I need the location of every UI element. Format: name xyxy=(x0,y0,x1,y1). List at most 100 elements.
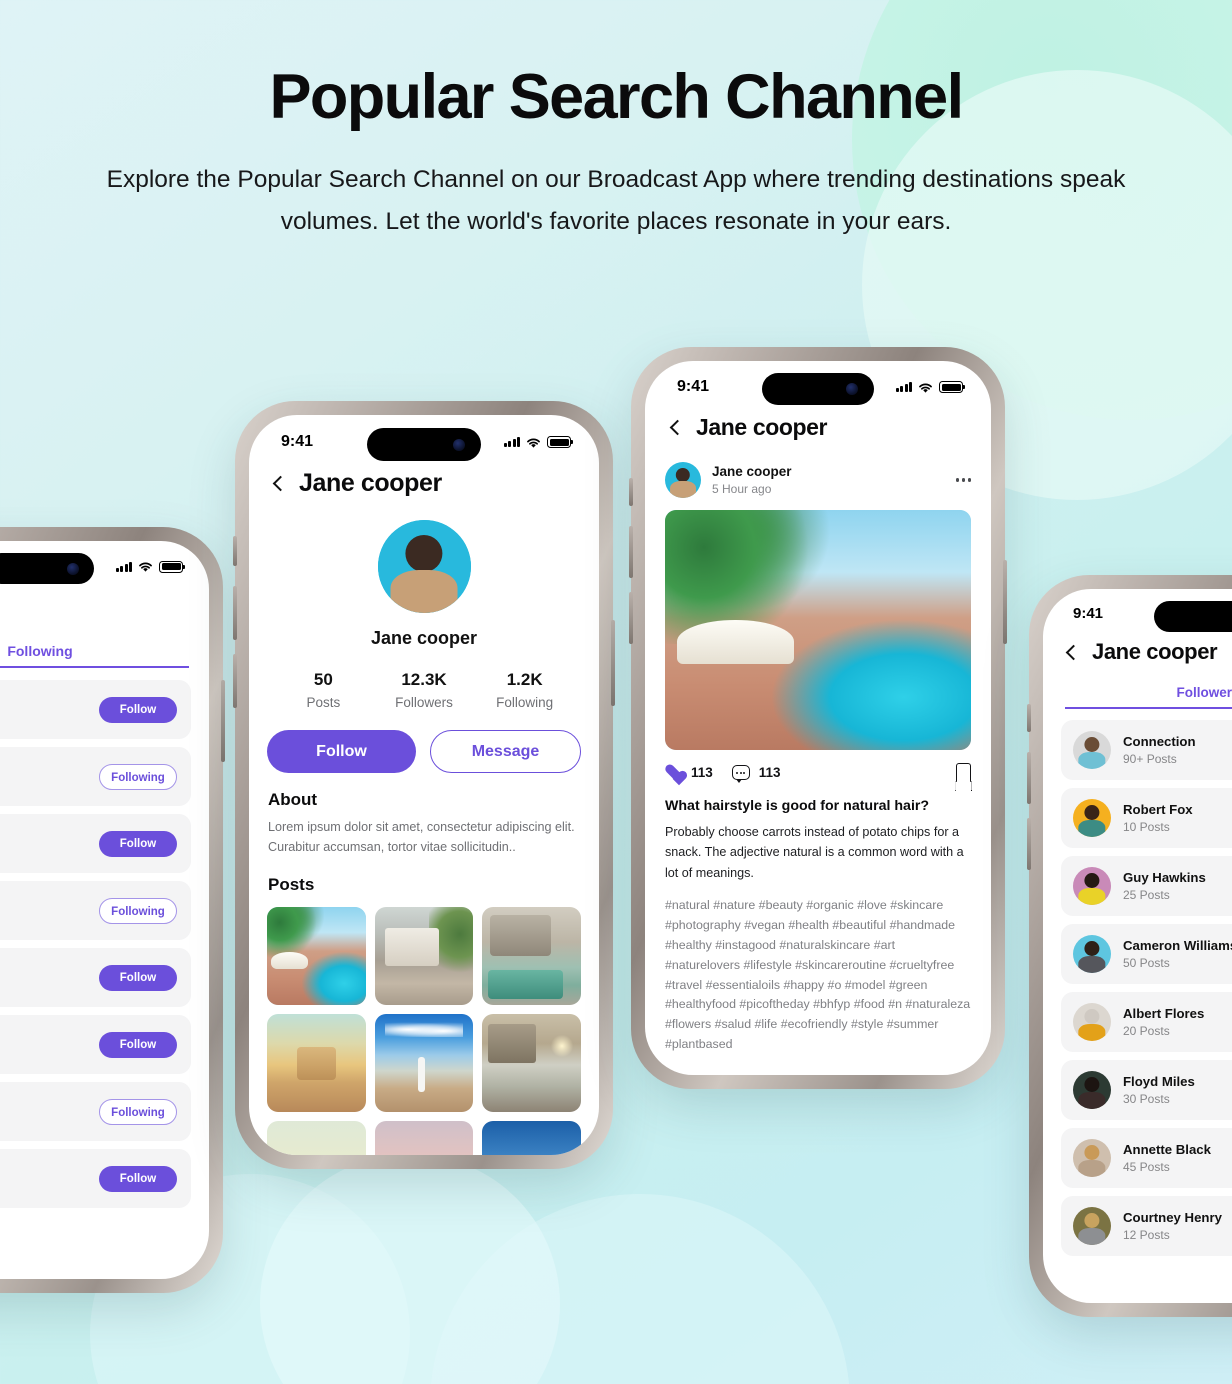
post-thumbnail[interactable] xyxy=(267,906,366,1005)
list-item-meta: Robert Fox 10 Posts xyxy=(1123,802,1232,834)
following-button[interactable]: Following xyxy=(99,1098,177,1125)
list-item[interactable]: Follow xyxy=(0,680,191,739)
list-item[interactable]: oyFollow xyxy=(0,814,191,873)
battery-icon xyxy=(159,560,186,573)
post-thumbnail[interactable] xyxy=(374,1013,474,1112)
list-item-name: e xyxy=(0,1171,99,1186)
list-item[interactable]: Annette Black 45 Posts xyxy=(1061,1128,1232,1188)
list-item[interactable]: Connection 90+ Posts xyxy=(1061,720,1232,780)
comment-count: 113 xyxy=(758,765,781,780)
stat-following[interactable]: 1.2K Following xyxy=(474,670,575,710)
list-item[interactable]: Robert Fox 10 Posts xyxy=(1061,788,1232,848)
phone2-nav-title: Jane cooper xyxy=(299,469,442,497)
power-button[interactable] xyxy=(221,680,225,762)
avatar xyxy=(1073,867,1111,905)
follow-button[interactable]: Follow xyxy=(99,1031,177,1058)
follow-button[interactable]: Follow xyxy=(99,696,177,723)
post-author-name: Jane cooper xyxy=(712,464,792,479)
post-thumbnail[interactable] xyxy=(482,1120,581,1155)
avatar-image-albert-flores xyxy=(1073,1003,1111,1041)
dynamic-island xyxy=(0,553,94,584)
volume-up-button[interactable] xyxy=(233,586,237,640)
image-pool-resort xyxy=(267,906,366,1005)
list-item-posts: 25 Posts xyxy=(1123,888,1170,902)
list-item[interactable]: Courtney Henry 12 Posts xyxy=(1061,1196,1232,1256)
bookmark-icon[interactable] xyxy=(956,763,971,782)
profile-avatar xyxy=(377,520,471,613)
more-options-icon[interactable] xyxy=(955,478,971,482)
list-item[interactable]: Cameron Williamson 50 Posts xyxy=(1061,924,1232,984)
follow-button[interactable]: Follow xyxy=(99,830,177,857)
tab-following[interactable]: Following xyxy=(0,643,189,668)
back-icon[interactable] xyxy=(1065,644,1082,660)
follow-button[interactable]: Follow xyxy=(99,964,177,991)
power-button[interactable] xyxy=(611,620,615,706)
post-thumbnail[interactable] xyxy=(482,906,581,1005)
list-item[interactable]: Albert Flores 20 Posts xyxy=(1061,992,1232,1052)
follow-button[interactable]: Follow xyxy=(267,730,416,773)
phone4-nav-title: Jane cooper xyxy=(1092,639,1218,664)
list-item[interactable]: Floyd Miles 30 Posts xyxy=(1061,1060,1232,1120)
post-author-avatar[interactable] xyxy=(665,462,701,498)
post-thumbnail[interactable] xyxy=(267,1013,366,1112)
phone3-screen: 9:41 Jane cooper Jane cooper 5 Hour ago xyxy=(645,361,991,1075)
stat-followers[interactable]: 12.3K Followers xyxy=(374,670,475,710)
list-item-name: ebb xyxy=(0,970,99,985)
list-item-posts: 20 Posts xyxy=(1123,1024,1170,1038)
post-thumbnail[interactable] xyxy=(374,906,474,1005)
following-button[interactable]: Following xyxy=(99,763,177,790)
volume-up-button[interactable] xyxy=(1027,752,1031,804)
mute-switch[interactable] xyxy=(1027,704,1031,732)
post-thumbnail[interactable] xyxy=(267,1120,366,1155)
volume-down-button[interactable] xyxy=(629,592,633,644)
list-item[interactable]: eFollow xyxy=(0,1149,191,1208)
like-icon[interactable] xyxy=(665,764,682,781)
following-button[interactable]: Following xyxy=(99,897,177,924)
phone-mockup-following: 9:41 per Following FollowaFollowingoyFol… xyxy=(0,527,225,1293)
volume-down-button[interactable] xyxy=(1027,818,1031,870)
volume-up-button[interactable] xyxy=(629,526,633,578)
list-item-name: Annette Black xyxy=(1123,1142,1211,1157)
stat-value: 50 xyxy=(313,670,333,689)
follow-button[interactable]: Follow xyxy=(99,1165,177,1192)
back-icon[interactable] xyxy=(272,475,289,492)
stat-posts[interactable]: 50 Posts xyxy=(273,670,374,710)
dynamic-island xyxy=(1154,601,1232,632)
avatar-image-courtney-henry xyxy=(1073,1207,1111,1245)
list-item[interactable]: enryFollow xyxy=(0,1015,191,1074)
post-thumbnail[interactable] xyxy=(482,1013,581,1112)
wifi-icon xyxy=(527,438,540,448)
status-indicators xyxy=(895,381,966,394)
cellular-signal-icon xyxy=(115,561,132,572)
mute-switch[interactable] xyxy=(629,478,633,506)
stat-label: Posts xyxy=(306,695,341,710)
power-button[interactable] xyxy=(1003,560,1007,644)
list-item[interactable]: ebbFollow xyxy=(0,948,191,1007)
post-timestamp: 5 Hour ago xyxy=(712,482,772,496)
stat-label: Followers xyxy=(395,695,453,710)
back-icon[interactable] xyxy=(669,419,686,436)
post-thumbnail[interactable] xyxy=(374,1120,474,1155)
list-item[interactable]: KinneyFollowing xyxy=(0,1082,191,1141)
mute-switch[interactable] xyxy=(233,536,237,566)
profile-actions: Follow Message xyxy=(267,730,581,773)
page-subtitle: Explore the Popular Search Channel on ou… xyxy=(106,166,1126,236)
status-indicators xyxy=(115,560,186,573)
avatar-image-cameron-williamson xyxy=(1073,935,1111,973)
phone4-screen: 9:41 Jane cooper Followers Connection 90+… xyxy=(1043,589,1232,1303)
phone-mockup-followers: 9:41 Jane cooper Followers Connection 90+… xyxy=(1027,575,1232,1317)
image-blue-sky-sea xyxy=(482,1120,581,1155)
about-heading: About xyxy=(268,790,318,809)
volume-down-button[interactable] xyxy=(233,654,237,708)
post-hero-image[interactable] xyxy=(665,510,971,750)
list-item-posts: 50 Posts xyxy=(1123,956,1170,970)
list-item[interactable]: Guy Hawkins 25 Posts xyxy=(1061,856,1232,916)
image-villa-pool xyxy=(482,906,581,1005)
avatar-image-annette-black xyxy=(1073,1139,1111,1177)
list-item[interactable]: aFollowing xyxy=(0,747,191,806)
list-item-name: Guy Hawkins xyxy=(1123,870,1206,885)
list-item[interactable]: rphyFollowing xyxy=(0,881,191,940)
message-button[interactable]: Message xyxy=(430,730,581,773)
comment-icon[interactable] xyxy=(731,765,750,783)
tab-followers[interactable]: Followers xyxy=(1065,685,1232,709)
